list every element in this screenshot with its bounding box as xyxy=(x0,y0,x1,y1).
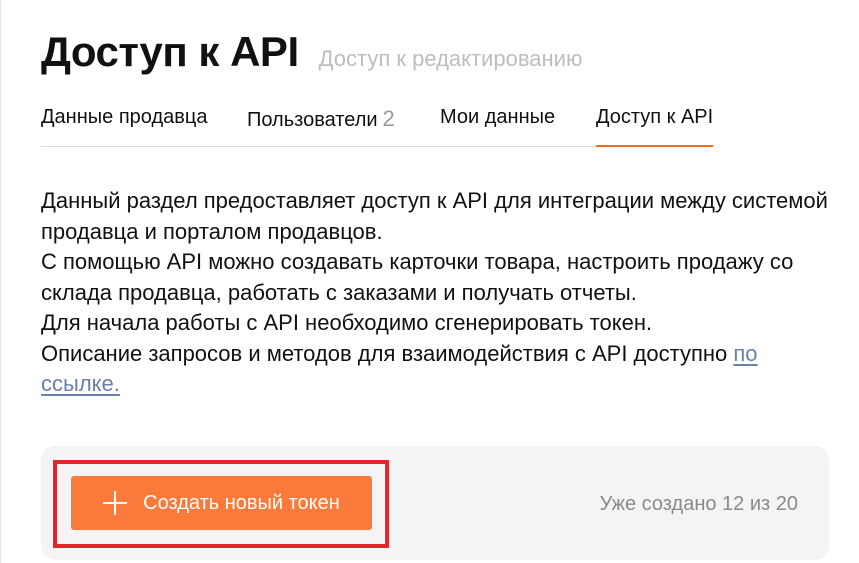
description-line-2: С помощью API можно создавать карточки т… xyxy=(41,249,794,305)
tokens-created-counter: Уже создано 12 из 20 xyxy=(599,493,798,515)
create-token-button[interactable]: Создать новый токен xyxy=(71,476,372,530)
tab-my-data[interactable]: Мои данные xyxy=(440,106,555,145)
token-panel: Создать новый токен Уже создано 12 из 20 xyxy=(41,446,829,560)
page-subtitle: Доступ к редактированию xyxy=(318,46,583,71)
page-left-border xyxy=(0,0,1,563)
description-line-3: Для начала работы с API необходимо сгене… xyxy=(41,310,653,335)
tab-label: Мои данные xyxy=(440,106,556,128)
plus-icon xyxy=(103,491,128,515)
create-token-button-label: Создать новый токен xyxy=(143,491,340,514)
page-title: Доступ к API xyxy=(41,28,299,75)
tab-api-access[interactable]: Доступ к API xyxy=(596,106,714,147)
users-count-badge: 2 xyxy=(382,106,395,131)
tab-users[interactable]: Пользователи 2 xyxy=(247,106,395,145)
description-line-1: Данный раздел предоставляет доступ к API… xyxy=(41,188,828,244)
page-header: Доступ к API Доступ к редактированию xyxy=(41,28,582,76)
tab-seller-data[interactable]: Данные продавца xyxy=(41,106,207,145)
tab-label: Данные продавца xyxy=(41,106,208,128)
description-line-4-text: Описание запросов и методов для взаимоде… xyxy=(41,340,734,366)
tab-label: Доступ к API xyxy=(596,106,714,128)
description-line-4: Описание запросов и методов для взаимоде… xyxy=(41,339,831,400)
tabs-bar: Данные продавца Пользователи 2 Мои данные… xyxy=(41,100,714,147)
tab-label: Пользователи xyxy=(247,109,378,131)
api-description: Данный раздел предоставляет доступ к API… xyxy=(41,186,831,400)
